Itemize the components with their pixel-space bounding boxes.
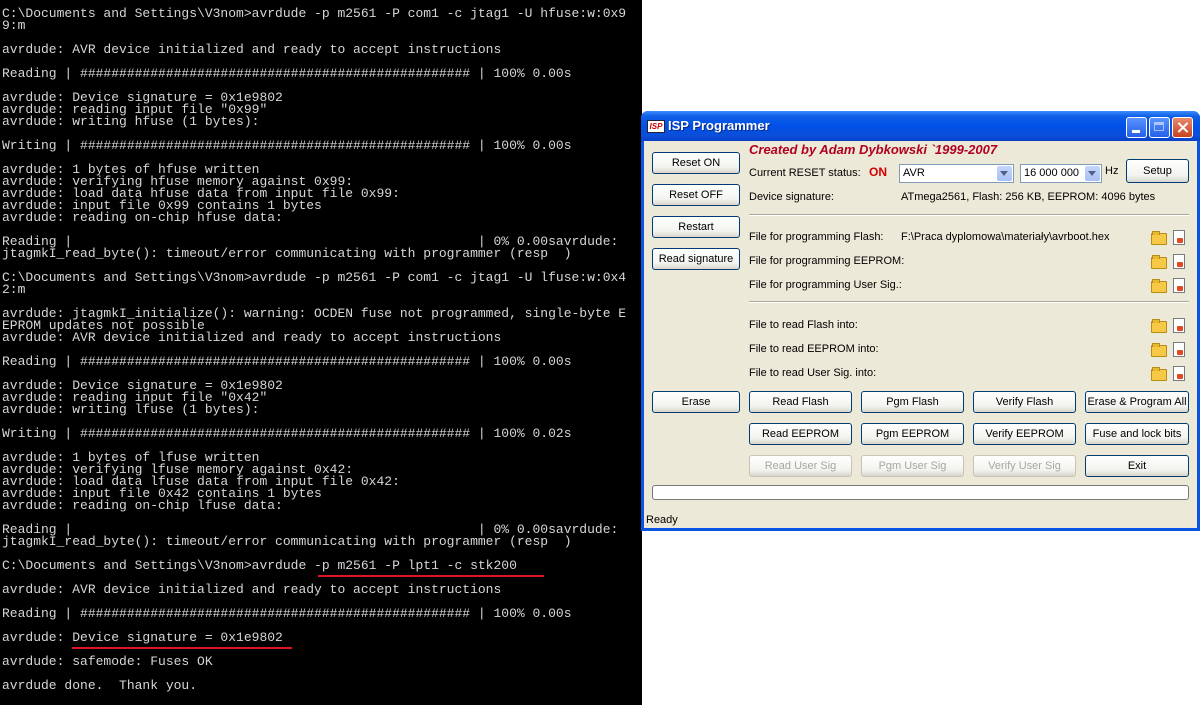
frequency-unit: Hz <box>1105 165 1119 177</box>
console-output: C:\Documents and Settings\V3nom>avrdude … <box>2 6 627 693</box>
console-window[interactable]: C:\Documents and Settings\V3nom>avrdude … <box>0 0 642 705</box>
prog-eeprom-file-label: File for programming EEPROM: <box>749 255 905 267</box>
read-user-sig-button[interactable]: Read User Sig <box>749 455 852 477</box>
console-line: jtagmkI_read_byte(): timeout/error commu… <box>2 534 572 549</box>
reset-status-label: Current RESET status: <box>749 167 861 179</box>
console-line: C:\Documents and Settings\V3nom>avrdude … <box>2 558 517 573</box>
open-folder-icon[interactable] <box>1151 319 1167 333</box>
restart-button[interactable]: Restart <box>652 216 740 238</box>
reset-status-value: ON <box>869 165 887 179</box>
title-bar[interactable]: ISP ISP Programmer <box>641 111 1200 141</box>
setup-button[interactable]: Setup <box>1126 159 1189 183</box>
console-line: Writing | ##############################… <box>2 138 572 153</box>
console-line: avrdude: Device signature = 0x1e9802 <box>2 630 283 645</box>
erase-program-all-button[interactable]: Erase & Program All <box>1085 391 1189 413</box>
prog-flash-file-path: F:\Praca dyplomowa\materiały\avrboot.hex <box>901 231 1110 243</box>
read-eeprom-file-label: File to read EEPROM into: <box>749 343 879 355</box>
open-folder-icon[interactable] <box>1151 231 1167 245</box>
open-folder-icon[interactable] <box>1151 279 1167 293</box>
chevron-down-icon[interactable] <box>997 166 1012 181</box>
exit-button[interactable]: Exit <box>1085 455 1189 477</box>
read-signature-button[interactable]: Read signature <box>652 248 740 270</box>
prog-flash-file-label: File for programming Flash: <box>749 231 884 243</box>
erase-button[interactable]: Erase <box>652 391 740 413</box>
verify-eeprom-button[interactable]: Verify EEPROM <box>973 423 1076 445</box>
console-line: avrdude: reading on-chip lfuse data: <box>2 498 283 513</box>
highlight-underline-signature <box>72 647 292 649</box>
chevron-down-icon[interactable] <box>1085 166 1100 181</box>
frequency-select[interactable]: 16 000 000 <box>1020 164 1102 183</box>
close-button[interactable] <box>1172 117 1193 138</box>
console-line: avrdude: writing lfuse (1 bytes): <box>2 402 260 417</box>
device-signature-label: Device signature: <box>749 191 834 203</box>
fuse-lock-bits-button[interactable]: Fuse and lock bits <box>1085 423 1189 445</box>
console-line: avrdude: AVR device initialized and read… <box>2 582 502 597</box>
console-line: 9:m <box>2 18 26 33</box>
frequency-select-value: 16 000 000 <box>1024 167 1080 179</box>
document-icon[interactable] <box>1173 342 1185 357</box>
console-line: avrdude done. Thank you. <box>2 678 198 693</box>
isp-programmer-window: ISP ISP Programmer Reset ON Reset OFF Re… <box>641 111 1200 531</box>
read-eeprom-button[interactable]: Read EEPROM <box>749 423 852 445</box>
open-folder-icon[interactable] <box>1151 367 1167 381</box>
verify-flash-button[interactable]: Verify Flash <box>973 391 1076 413</box>
status-bar: Ready <box>644 512 1197 528</box>
document-icon[interactable] <box>1173 318 1185 333</box>
console-line: avrdude: writing hfuse (1 bytes): <box>2 114 260 129</box>
open-folder-icon[interactable] <box>1151 343 1167 357</box>
read-flash-file-label: File to read Flash into: <box>749 319 858 331</box>
console-line: C:\Documents and Settings\V3nom>avrdude … <box>2 270 627 285</box>
device-signature-value: ATmega2561, Flash: 256 KB, EEPROM: 4096 … <box>901 191 1156 203</box>
document-icon[interactable] <box>1173 278 1185 293</box>
status-text: Ready <box>646 514 678 526</box>
author-credit: Created by Adam Dybkowski `1999-2007 <box>749 142 998 157</box>
separator <box>749 301 1189 303</box>
window-title: ISP Programmer <box>668 118 770 133</box>
highlight-underline-command <box>318 575 544 577</box>
maximize-icon <box>1154 122 1164 131</box>
pgm-eeprom-button[interactable]: Pgm EEPROM <box>861 423 964 445</box>
console-line: Reading | ##############################… <box>2 606 572 621</box>
reset-off-button[interactable]: Reset OFF <box>652 184 740 206</box>
maximize-button[interactable] <box>1149 117 1170 138</box>
document-icon[interactable] <box>1173 366 1185 381</box>
console-line: Writing | ##############################… <box>2 426 572 441</box>
separator <box>749 214 1189 216</box>
prog-usersig-file-label: File for programming User Sig.: <box>749 279 902 291</box>
window-client-area: Reset ON Reset OFF Restart Read signatur… <box>644 141 1197 528</box>
app-icon: ISP <box>647 120 665 133</box>
console-line: C:\Documents and Settings\V3nom>avrdude … <box>2 6 627 21</box>
device-select[interactable]: AVR <box>899 164 1014 183</box>
read-flash-button[interactable]: Read Flash <box>749 391 852 413</box>
minimize-icon <box>1132 130 1140 133</box>
read-usersig-file-label: File to read User Sig. into: <box>749 367 877 379</box>
pgm-user-sig-button[interactable]: Pgm User Sig <box>861 455 964 477</box>
console-line: 2:m <box>2 282 26 297</box>
console-line: jtagmkI_read_byte(): timeout/error commu… <box>2 246 572 261</box>
console-line: avrdude: AVR device initialized and read… <box>2 330 502 345</box>
document-icon[interactable] <box>1173 230 1185 245</box>
console-line: Reading | ##############################… <box>2 66 572 81</box>
progress-bar <box>652 485 1189 500</box>
verify-user-sig-button[interactable]: Verify User Sig <box>973 455 1076 477</box>
device-select-value: AVR <box>903 167 925 179</box>
console-line: avrdude: AVR device initialized and read… <box>2 42 502 57</box>
document-icon[interactable] <box>1173 254 1185 269</box>
open-folder-icon[interactable] <box>1151 255 1167 269</box>
minimize-button[interactable] <box>1126 117 1147 138</box>
console-line: avrdude: safemode: Fuses OK <box>2 654 213 669</box>
reset-on-button[interactable]: Reset ON <box>652 152 740 174</box>
pgm-flash-button[interactable]: Pgm Flash <box>861 391 964 413</box>
console-line: avrdude: reading on-chip hfuse data: <box>2 210 283 225</box>
console-line: Reading | ##############################… <box>2 354 572 369</box>
